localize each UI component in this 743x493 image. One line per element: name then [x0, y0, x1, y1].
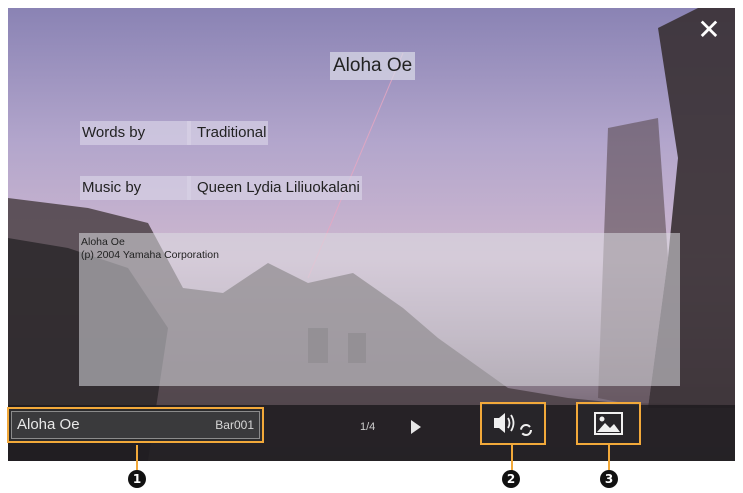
- words-value: Traditional: [187, 121, 269, 145]
- lyrics-line: Aloha Oe: [81, 236, 125, 248]
- music-value: Queen Lydia Liliuokalani: [187, 176, 362, 200]
- lyrics-screen: ✕ Aloha Oe Words by Traditional Music by Q…: [8, 8, 735, 461]
- song-name-button[interactable]: Aloha Oe Bar001: [7, 407, 264, 443]
- words-credit: Words by Traditional: [80, 121, 269, 145]
- music-label: Music by: [80, 176, 191, 200]
- music-credit: Music by Queen Lydia Liliuokalani: [80, 176, 362, 200]
- callout-3: 3: [600, 470, 618, 488]
- audio-repeat-button[interactable]: [480, 402, 546, 445]
- callout-leader-2: [511, 445, 513, 471]
- close-icon[interactable]: ✕: [697, 14, 720, 45]
- lyrics-line: (p) 2004 Yamaha Corporation: [81, 249, 219, 261]
- image-button[interactable]: [576, 402, 641, 445]
- song-name: Aloha Oe: [17, 416, 80, 433]
- words-label: Words by: [80, 121, 191, 145]
- lyrics-text-box: Aloha Oe (p) 2004 Yamaha Corporation: [79, 233, 680, 386]
- next-page-icon[interactable]: [411, 420, 421, 434]
- callout-leader-1: [136, 445, 138, 471]
- song-title: Aloha Oe: [330, 52, 416, 80]
- speaker-repeat-icon: [494, 413, 532, 436]
- callout-leader-3: [608, 445, 610, 471]
- bar-position: Bar001: [215, 418, 254, 432]
- image-icon: [594, 412, 623, 435]
- callout-1: 1: [128, 470, 146, 488]
- close-button[interactable]: ✕: [697, 16, 721, 44]
- page-indicator: 1/4: [360, 421, 376, 433]
- callout-2: 2: [502, 470, 520, 488]
